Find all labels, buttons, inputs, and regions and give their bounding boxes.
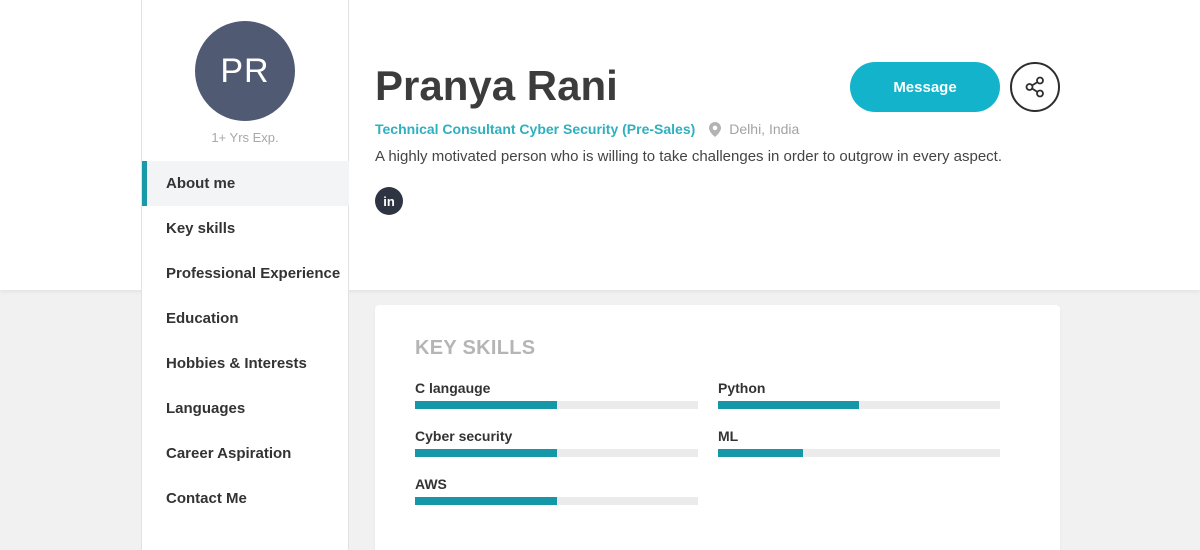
skill-bar-fill — [415, 497, 557, 505]
skill-bar-track — [718, 401, 1000, 409]
profile-page: PR 1+ Yrs Exp. About me Key skills Profe… — [0, 0, 1200, 550]
skill-bar-track — [415, 449, 698, 457]
profile-bio: A highly motivated person who is willing… — [375, 148, 1003, 165]
skill-name: Cyber security — [415, 428, 513, 444]
sidebar-item-about-me[interactable]: About me — [142, 161, 349, 206]
experience-label: 1+ Yrs Exp. — [211, 130, 279, 145]
sidebar-item-professional-experience[interactable]: Professional Experience — [142, 251, 349, 296]
skill-bar-track — [718, 449, 1000, 457]
sidebar-item-career-aspiration[interactable]: Career Aspiration — [142, 431, 349, 476]
skill-bar-fill — [718, 449, 803, 457]
profile-subline: Technical Consultant Cyber Security (Pre… — [375, 121, 799, 137]
skill-name: ML — [718, 428, 739, 444]
profile-location: Delhi, India — [709, 121, 799, 137]
skill-bar-fill — [415, 449, 557, 457]
key-skills-card: KEY SKILLS C langauge Python Cyber secur… — [375, 305, 1060, 550]
profile-name: Pranya Rani — [375, 62, 618, 109]
avatar: PR — [195, 21, 295, 121]
sidebar-item-hobbies-interests[interactable]: Hobbies & Interests — [142, 341, 349, 386]
sidebar-item-key-skills[interactable]: Key skills — [142, 206, 349, 251]
sidebar: PR 1+ Yrs Exp. About me Key skills Profe… — [141, 0, 349, 550]
sidebar-item-education[interactable]: Education — [142, 296, 349, 341]
sidebar-item-languages[interactable]: Languages — [142, 386, 349, 431]
skill-aws: AWS — [415, 476, 698, 505]
sidebar-item-contact-me[interactable]: Contact Me — [142, 476, 349, 521]
skill-c-language: C langauge — [415, 380, 698, 409]
share-button[interactable] — [1010, 62, 1060, 112]
skill-name: C langauge — [415, 380, 491, 396]
skill-name: AWS — [415, 476, 447, 492]
skill-cyber-security: Cyber security — [415, 428, 698, 457]
skill-python: Python — [718, 380, 1000, 409]
linkedin-icon[interactable]: in — [375, 187, 403, 215]
skill-bar-fill — [718, 401, 859, 409]
skill-name: Python — [718, 380, 766, 396]
skill-bar-track — [415, 401, 698, 409]
location-text: Delhi, India — [729, 121, 800, 137]
location-pin-icon — [709, 121, 722, 137]
skill-ml: ML — [718, 428, 1000, 457]
share-icon — [1025, 76, 1044, 98]
sidebar-nav: About me Key skills Professional Experie… — [142, 161, 349, 521]
skill-bar-fill — [415, 401, 557, 409]
message-button[interactable]: Message — [850, 62, 1000, 112]
profile-role: Technical Consultant Cyber Security (Pre… — [375, 121, 696, 137]
skill-bar-track — [415, 497, 698, 505]
key-skills-title: KEY SKILLS — [415, 337, 536, 359]
